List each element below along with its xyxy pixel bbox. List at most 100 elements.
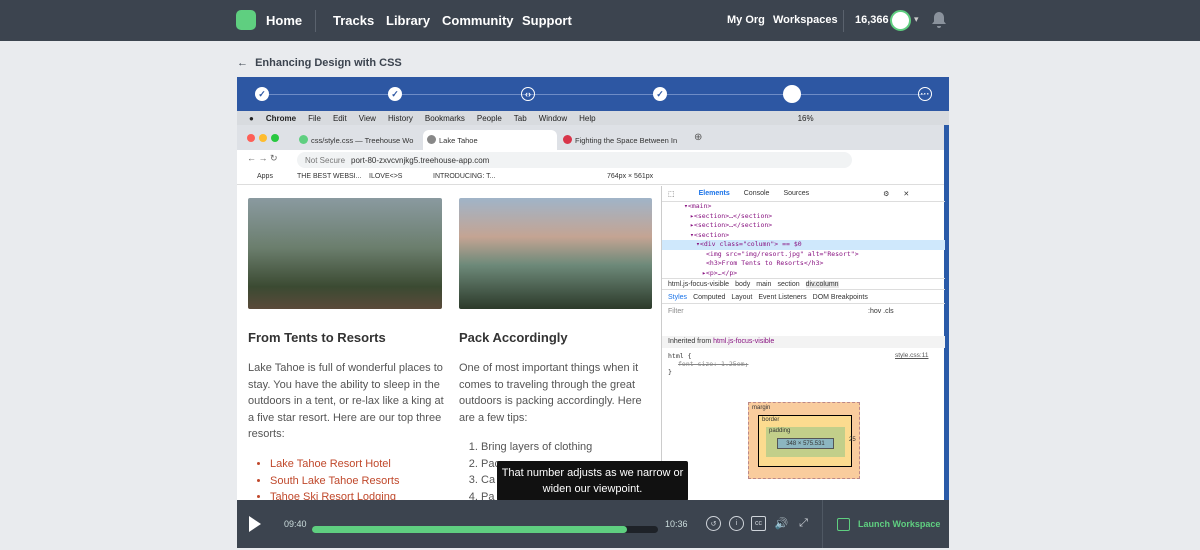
browser-window: css/style.css — Treehouse Wo Lake Tahoe … [237,125,945,500]
rule-selector: html { [668,352,692,360]
bookmark-item: ILOVE<>S [369,173,403,180]
close-icon: ✕ [903,190,910,198]
crumb-selected: div.column [805,280,839,288]
points-count: 16,366 [855,14,889,26]
rule-property: font-size: 1.25em; [678,360,749,368]
browser-tab: Fighting the Space Between In [559,130,689,150]
column-paragraph: One of most important things when it com… [459,362,642,424]
viewport-size-label: 764px × 561px [607,173,654,180]
breadcrumb[interactable]: ← Enhancing Design with CSS [237,57,402,69]
menu-file: File [308,113,321,123]
mac-menu-bar: ● Chrome File Edit View History Bookmark… [237,111,949,125]
tab-dom-breakpoints: DOM Breakpoints [812,294,868,301]
tab-layout: Layout [731,294,753,301]
menu-window: Window [538,113,568,123]
box-border: border padding 348 × 575.531 [758,415,852,467]
seek-bar[interactable] [312,526,658,533]
settings-icon: ⚙ [883,190,890,198]
tab-favicon-icon [563,135,572,144]
box-model: margin border padding 348 × 575.531 25 [748,402,860,479]
menu-history: History [387,113,413,123]
nav-tracks[interactable]: Tracks [333,13,374,28]
avatar[interactable] [890,10,911,31]
progress-step-current-avatar[interactable] [783,85,801,103]
bookmark-item: INTRODUCING: T... [433,173,496,180]
rewind-icon[interactable]: ↺ [706,516,721,531]
mountain-image [459,198,652,309]
inherited-header: Inherited from html.js-focus-visible [662,336,945,348]
breadcrumb-label: Enhancing Design with CSS [255,57,402,69]
menu-edit: Edit [332,113,347,123]
css-rule: html { font-size: 1.25em; } [668,352,749,376]
nav-workspaces[interactable]: Workspaces [773,14,838,26]
devtools-tabbar: ⬚ Elements Console Sources ⚙ ✕ [662,186,945,202]
nav-my-org[interactable]: My Org [727,14,765,26]
web-page: From Tents to Resorts Lake Tahoe is full… [237,186,661,500]
browser-tab-active: Lake Tahoe [423,130,557,150]
hov-cls-toggle: :hov .cls [868,308,894,315]
progress-line [262,94,924,95]
launch-workspace-button[interactable]: Launch Workspace [822,500,949,548]
nav-library[interactable]: Library [386,13,430,28]
box-content: 348 × 575.531 [777,438,834,449]
crumb: section [777,280,800,288]
progress-step-complete[interactable]: ✓ [388,87,402,101]
list-item: Bring layers of clothing [481,439,592,456]
devtools-tab-elements: Elements [698,190,730,197]
new-tab-icon: ⊕ [694,132,703,143]
security-label: Not Secure [305,155,346,165]
nav-support[interactable]: Support [522,13,572,28]
treehouse-logo-icon[interactable] [236,10,256,30]
url-text: port-80-zxvcvnjkg5.treehouse-app.com [351,155,490,165]
progress-step-workspace[interactable]: ‹› [521,87,535,101]
apple-icon: ● [249,113,254,123]
menu-help: Help [579,113,596,123]
menu-bookmarks: Bookmarks [424,113,465,123]
volume-icon[interactable]: 🔊 [774,516,789,531]
omnibox: Not Secure port-80-zxvcvnjkg5.treehouse-… [297,152,852,168]
progress-step-complete[interactable]: ✓ [255,87,269,101]
chevron-down-icon[interactable]: ▾ [914,14,919,25]
close-window-icon [247,134,255,142]
arrow-left-icon[interactable]: ← [237,57,248,69]
box-padding-label: padding [769,428,791,434]
nav-home[interactable]: Home [266,13,302,28]
nav-arrows-icon: ← → ↻ [247,153,278,163]
crumb: html.js-focus-visible [668,280,730,288]
devtools-panel: ⬚ Elements Console Sources ⚙ ✕ ▾<main> ▸… [661,186,945,500]
menu-people: People [476,113,502,123]
bell-icon[interactable] [931,11,947,29]
box-margin-right: 25 [849,437,856,443]
tab-strip: css/style.css — Treehouse Wo Lake Tahoe … [237,125,944,150]
bookmarks-bar: Apps THE BEST WEBSI... ILOVE<>S INTRODUC… [237,169,944,185]
captions-icon[interactable]: cc [751,516,766,531]
filter-placeholder: Filter [668,308,684,315]
menu-view: View [358,113,376,123]
dom-line: ▾<main> [684,202,712,210]
seek-bar-fill [312,526,627,533]
box-margin-label: margin [752,405,771,411]
play-button[interactable] [249,516,261,532]
tab-favicon-icon [427,135,436,144]
info-icon[interactable]: i [729,516,744,531]
tab-styles: Styles [668,294,688,301]
tab-event-listeners: Event Listeners [758,294,807,301]
menu-tab: Tab [513,113,527,123]
bookmark-apps: Apps [257,173,273,180]
nav-divider [315,10,316,32]
nav-divider-right [843,10,844,32]
minimize-window-icon [259,134,267,142]
inspect-icon: ⬚ [668,190,675,198]
inherited-label: Inherited from [668,338,712,345]
progress-step-more[interactable]: ··· [918,87,932,101]
progress-step-complete[interactable]: ✓ [653,87,667,101]
devtools-tab-sources: Sources [783,190,810,197]
inherited-selector: html.js-focus-visible [713,338,775,345]
column-title: From Tents to Resorts [248,330,386,345]
nav-community[interactable]: Community [442,13,514,28]
browser-tab: css/style.css — Treehouse Wo [295,130,420,150]
fullscreen-icon[interactable]: ⤢ [796,516,811,531]
player-controls: 09:40 10:36 ↺ i cc 🔊 ⤢ Launch Workspace [237,500,949,548]
box-border-label: border [762,417,780,423]
launch-workspace-label: Launch Workspace [858,519,941,529]
